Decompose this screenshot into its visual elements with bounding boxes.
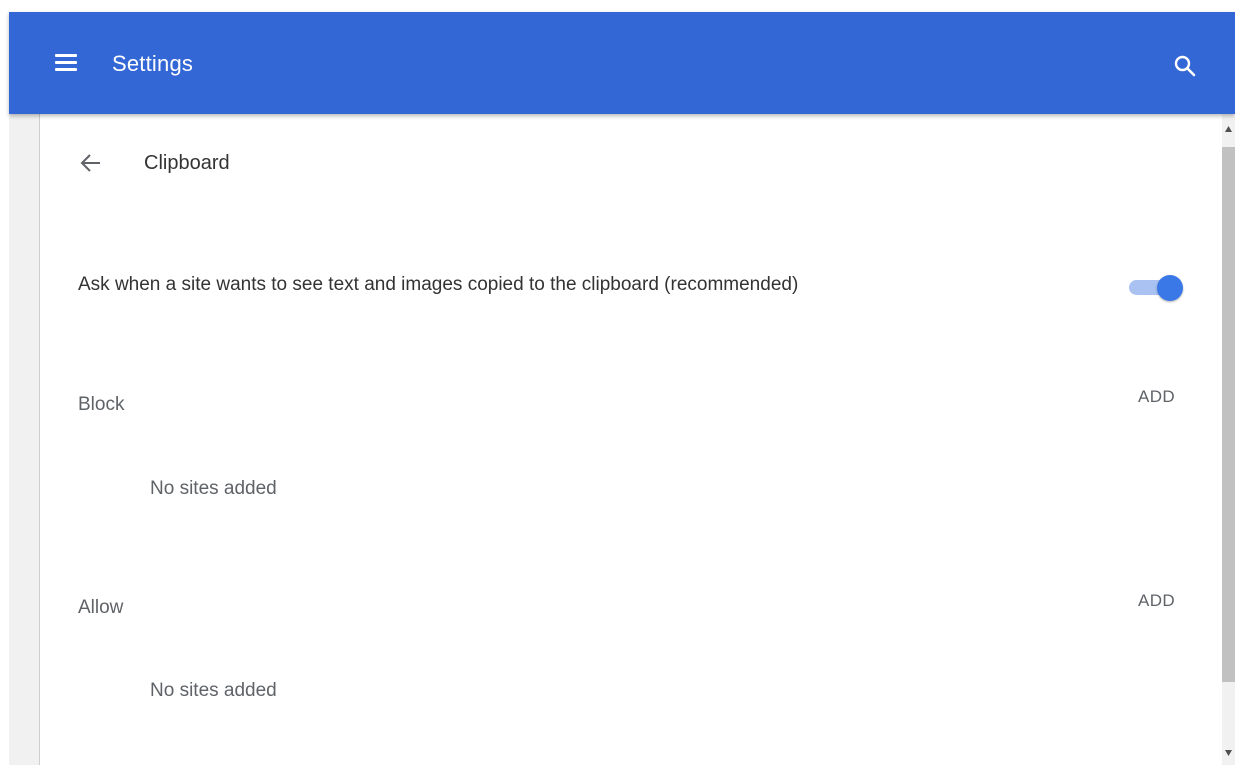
page-title: Clipboard bbox=[144, 152, 230, 174]
block-add-button[interactable]: ADD bbox=[1138, 387, 1175, 407]
scroll-up-arrow-icon[interactable] bbox=[1222, 122, 1235, 136]
ask-toggle[interactable] bbox=[1129, 274, 1185, 301]
block-empty-text: No sites added bbox=[150, 478, 277, 499]
window-left-edge bbox=[0, 0, 9, 765]
app-header: Settings bbox=[9, 12, 1235, 114]
header-title: Settings bbox=[112, 51, 194, 76]
block-section-label: Block bbox=[78, 394, 125, 415]
allow-add-button[interactable]: ADD bbox=[1138, 591, 1175, 611]
allow-section-label: Allow bbox=[78, 597, 124, 618]
allow-empty-text: No sites added bbox=[150, 680, 277, 701]
clipboard-settings-card: Clipboard Ask when a site wants to see t… bbox=[39, 114, 1222, 765]
hamburger-menu-icon[interactable] bbox=[55, 52, 79, 74]
scrollbar-thumb[interactable] bbox=[1222, 147, 1235, 682]
toggle-knob bbox=[1157, 275, 1183, 301]
search-icon[interactable] bbox=[1173, 54, 1197, 78]
settings-window: Settings Clipboard Ask when a site wants… bbox=[0, 0, 1235, 765]
vertical-scrollbar[interactable] bbox=[1222, 114, 1235, 765]
arrow-back-icon[interactable] bbox=[78, 151, 104, 175]
scroll-down-arrow-icon[interactable] bbox=[1222, 746, 1235, 760]
ask-setting-label: Ask when a site wants to see text and im… bbox=[78, 274, 799, 295]
